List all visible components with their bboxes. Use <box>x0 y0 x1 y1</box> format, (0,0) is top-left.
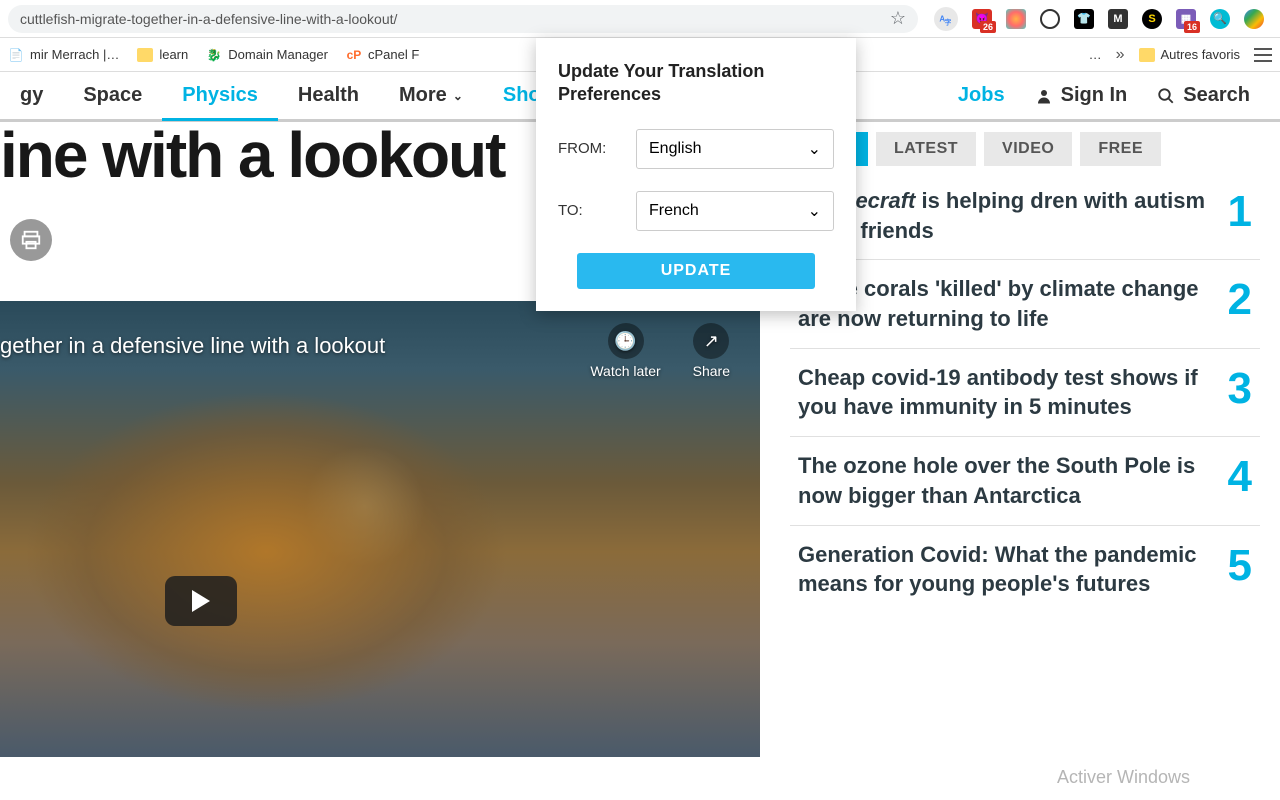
chevron-down-icon: ⌄ <box>453 89 463 103</box>
translate-extension-icon[interactable]: A字 <box>934 7 958 31</box>
extension-tshirt-icon[interactable]: 👕 <box>1074 9 1094 29</box>
bookmark-cpanel[interactable]: cP cPanel F <box>346 47 419 63</box>
video-top-controls: 🕒 Watch later ↗ Share <box>590 323 730 379</box>
story-text: Some corals 'killed' by climate change a… <box>798 274 1208 333</box>
folder-icon <box>1139 48 1155 62</box>
watch-later-button[interactable]: 🕒 Watch later <box>590 323 660 379</box>
nav-more-label: More <box>399 84 447 107</box>
story-item[interactable]: Generation Covid: What the pandemic mean… <box>790 526 1260 613</box>
bookmark-item[interactable]: 📄 mir Merrach |… <box>8 47 119 63</box>
print-button[interactable] <box>10 219 52 261</box>
from-value: English <box>649 140 701 158</box>
watch-later-label: Watch later <box>590 363 660 379</box>
story-rank: 5 <box>1228 540 1252 588</box>
to-language-select[interactable]: French ⌄ <box>636 191 834 231</box>
nav-item-health[interactable]: Health <box>278 72 379 119</box>
url-text: cuttlefish-migrate-together-in-a-defensi… <box>20 11 397 27</box>
extension-s-icon[interactable]: S <box>1142 9 1162 29</box>
share-button[interactable]: ↗ Share <box>693 323 730 379</box>
play-icon <box>192 590 210 612</box>
story-item[interactable]: u Minecraft is helping dren with autism … <box>790 172 1260 260</box>
extension-red-icon[interactable]: 😈26 <box>972 9 992 29</box>
clock-icon: 🕒 <box>608 323 644 359</box>
extension-teal-icon[interactable]: 🔍 <box>1210 9 1230 29</box>
nav-item-gy[interactable]: gy <box>0 72 63 119</box>
story-text: The ozone hole over the South Pole is no… <box>798 451 1208 510</box>
popup-title: Update Your Translation Preferences <box>558 60 834 107</box>
bookmark-folder-learn[interactable]: learn <box>137 47 188 62</box>
bookmark-autres-favoris[interactable]: Autres favoris <box>1139 47 1240 62</box>
reading-list-icon[interactable] <box>1254 48 1272 62</box>
tab-video[interactable]: VIDEO <box>984 132 1072 166</box>
chevron-down-icon: ⌄ <box>808 201 821 221</box>
badge-count: 26 <box>980 21 996 33</box>
story-rank: 2 <box>1228 274 1252 322</box>
play-button[interactable] <box>165 576 237 626</box>
video-player[interactable]: gether in a defensive line with a lookou… <box>0 301 760 757</box>
extension-m-icon[interactable]: M <box>1108 9 1128 29</box>
extension-icons-row: A字 😈26 👕 M S ▦16 🔍 <box>926 7 1272 31</box>
bookmark-label: cPanel F <box>368 47 419 62</box>
nav-item-more[interactable]: More ⌄ <box>379 72 483 119</box>
extension-chrome-icon[interactable] <box>1244 9 1264 29</box>
folder-icon <box>137 48 153 62</box>
signin-label: Sign In <box>1061 84 1128 107</box>
story-text: Generation Covid: What the pandemic mean… <box>798 540 1208 599</box>
story-text: u Minecraft is helping dren with autism … <box>798 186 1208 245</box>
bookmark-ellipsis: … <box>1089 47 1102 62</box>
sidebar-tabs: DING LATEST VIDEO FREE <box>790 122 1260 166</box>
tab-free[interactable]: FREE <box>1080 132 1161 166</box>
from-language-select[interactable]: English ⌄ <box>636 129 834 169</box>
nav-item-space[interactable]: Space <box>63 72 162 119</box>
signin-button[interactable]: Sign In <box>1035 84 1128 107</box>
story-rank: 3 <box>1228 363 1252 411</box>
badge-count: 16 <box>1184 21 1200 33</box>
popup-from-row: FROM: English ⌄ <box>558 129 834 169</box>
bookmark-label: mir Merrach |… <box>30 47 119 62</box>
story-item[interactable]: Some corals 'killed' by climate change a… <box>790 260 1260 348</box>
to-label: TO: <box>558 202 636 219</box>
story-text: Cheap covid-19 antibody test shows if yo… <box>798 363 1208 422</box>
bookmarks-right: … » Autres favoris <box>1089 46 1272 64</box>
to-value: French <box>649 202 699 220</box>
windows-watermark: Activer Windows <box>1057 767 1190 788</box>
cpanel-icon: cP <box>346 47 362 63</box>
bookmark-label: Autres favoris <box>1161 47 1240 62</box>
story-item[interactable]: The ozone hole over the South Pole is no… <box>790 437 1260 525</box>
bookmark-label: Domain Manager <box>228 47 328 62</box>
browser-chrome-bar: cuttlefish-migrate-together-in-a-defensi… <box>0 0 1280 38</box>
share-icon: ↗ <box>693 323 729 359</box>
from-label: FROM: <box>558 140 636 157</box>
url-bar[interactable]: cuttlefish-migrate-together-in-a-defensi… <box>8 5 918 33</box>
nav-item-physics[interactable]: Physics <box>162 74 278 121</box>
share-label: Share <box>693 363 730 379</box>
bookmark-star-icon[interactable]: ☆ <box>880 8 906 29</box>
translation-popup: Update Your Translation Preferences FROM… <box>536 38 856 311</box>
printer-icon <box>20 229 42 251</box>
extension-circle-icon[interactable] <box>1040 9 1060 29</box>
bookmark-domain-manager[interactable]: 🐉 Domain Manager <box>206 47 328 63</box>
page-icon: 🐉 <box>206 47 222 63</box>
nav-right-group: Jobs Sign In Search <box>958 84 1280 107</box>
chevron-down-icon: ⌄ <box>808 139 821 159</box>
bookmarks-overflow-icon[interactable]: » <box>1116 46 1125 64</box>
nav-item-jobs[interactable]: Jobs <box>958 84 1005 107</box>
user-icon <box>1035 87 1053 105</box>
update-button[interactable]: UPDATE <box>577 253 815 289</box>
tab-latest[interactable]: LATEST <box>876 132 976 166</box>
popup-to-row: TO: French ⌄ <box>558 191 834 231</box>
bookmark-label: learn <box>159 47 188 62</box>
page-icon: 📄 <box>8 47 24 63</box>
story-rank: 1 <box>1228 186 1252 234</box>
story-rank: 4 <box>1228 451 1252 499</box>
story-list: u Minecraft is helping dren with autism … <box>790 172 1260 613</box>
story-item[interactable]: Cheap covid-19 antibody test shows if yo… <box>790 349 1260 437</box>
search-label: Search <box>1183 84 1250 107</box>
svg-text:字: 字 <box>945 17 952 26</box>
video-title: gether in a defensive line with a lookou… <box>0 333 385 359</box>
search-icon <box>1157 87 1175 105</box>
extension-purple-icon[interactable]: ▦16 <box>1176 9 1196 29</box>
extension-swirl-icon[interactable] <box>1006 9 1026 29</box>
search-button[interactable]: Search <box>1157 84 1250 107</box>
